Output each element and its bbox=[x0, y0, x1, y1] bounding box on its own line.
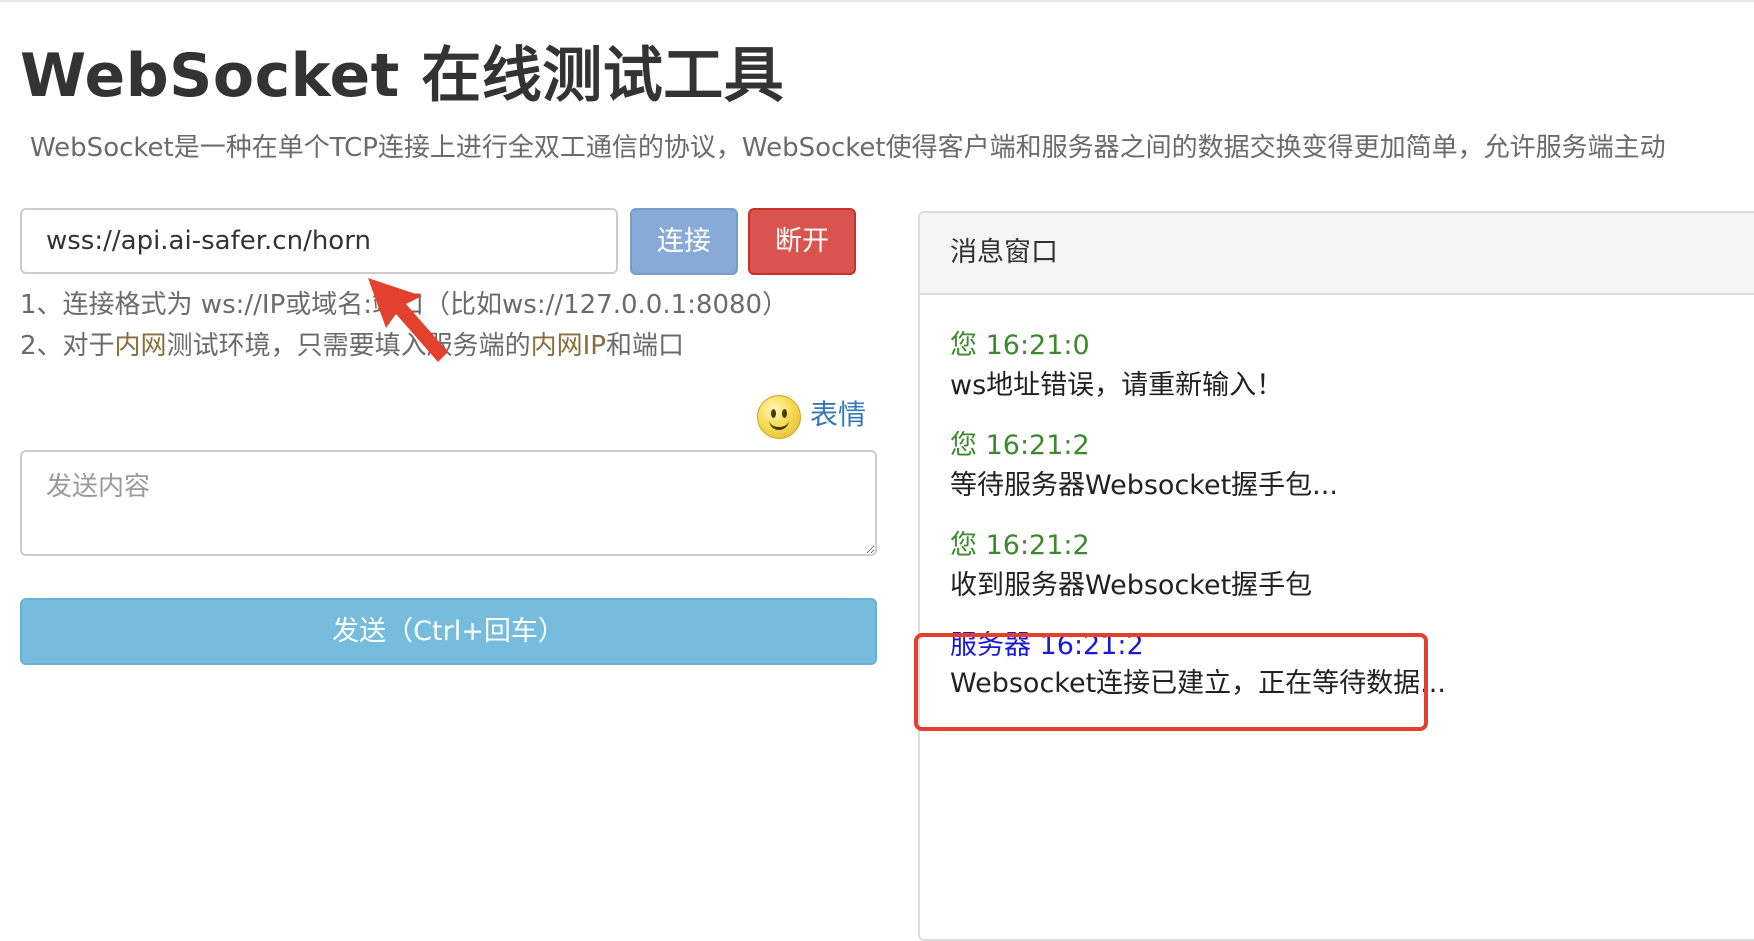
message-input[interactable] bbox=[20, 450, 877, 556]
message-meta: 您 16:21:2 bbox=[950, 430, 1090, 461]
top-border bbox=[0, 0, 1754, 2]
message-meta: 您 16:21:2 bbox=[950, 530, 1090, 561]
smiley-left-eye bbox=[771, 409, 776, 418]
intranet-hint-highlight: 内网 bbox=[114, 331, 167, 361]
emoji-link[interactable]: 表情 bbox=[810, 397, 866, 433]
smiley-right-eye bbox=[782, 409, 787, 418]
message-window-header: 消息窗口 bbox=[920, 213, 1754, 295]
intranet-hint-prefix: 2、对于 bbox=[20, 331, 115, 361]
intranet-hint-suffix: 和端口 bbox=[605, 331, 684, 361]
disconnect-button[interactable]: 断开 bbox=[748, 208, 856, 275]
page-title: WebSocket 在线测试工具 bbox=[20, 41, 785, 111]
message-text: 收到服务器Websocket握手包 bbox=[950, 570, 1313, 601]
annotation-arrow-icon bbox=[368, 278, 448, 362]
connect-button[interactable]: 连接 bbox=[630, 208, 738, 275]
message-meta: 您 16:21:0 bbox=[950, 330, 1090, 361]
message-text: 等待服务器Websocket握手包... bbox=[950, 470, 1338, 501]
page-description: WebSocket是一种在单个TCP连接上进行全双工通信的协议，WebSocke… bbox=[30, 133, 1666, 163]
intranet-ip-highlight: 内网IP bbox=[530, 331, 606, 361]
annotation-highlight-box bbox=[914, 633, 1428, 731]
send-button[interactable]: 发送（Ctrl+回车） bbox=[20, 598, 877, 665]
intranet-hint-middle: 测试环境，只需要填入服务端的 bbox=[166, 331, 531, 361]
message-text: ws地址错误，请重新输入！ bbox=[950, 370, 1284, 401]
smiley-face-icon[interactable] bbox=[757, 395, 801, 439]
intranet-hint: 2、对于内网测试环境，只需要填入服务端的内网IP和端口 bbox=[20, 328, 684, 364]
websocket-url-input[interactable] bbox=[20, 208, 618, 274]
message-window-title: 消息窗口 bbox=[950, 237, 1058, 268]
smiley-mouth bbox=[769, 418, 789, 430]
